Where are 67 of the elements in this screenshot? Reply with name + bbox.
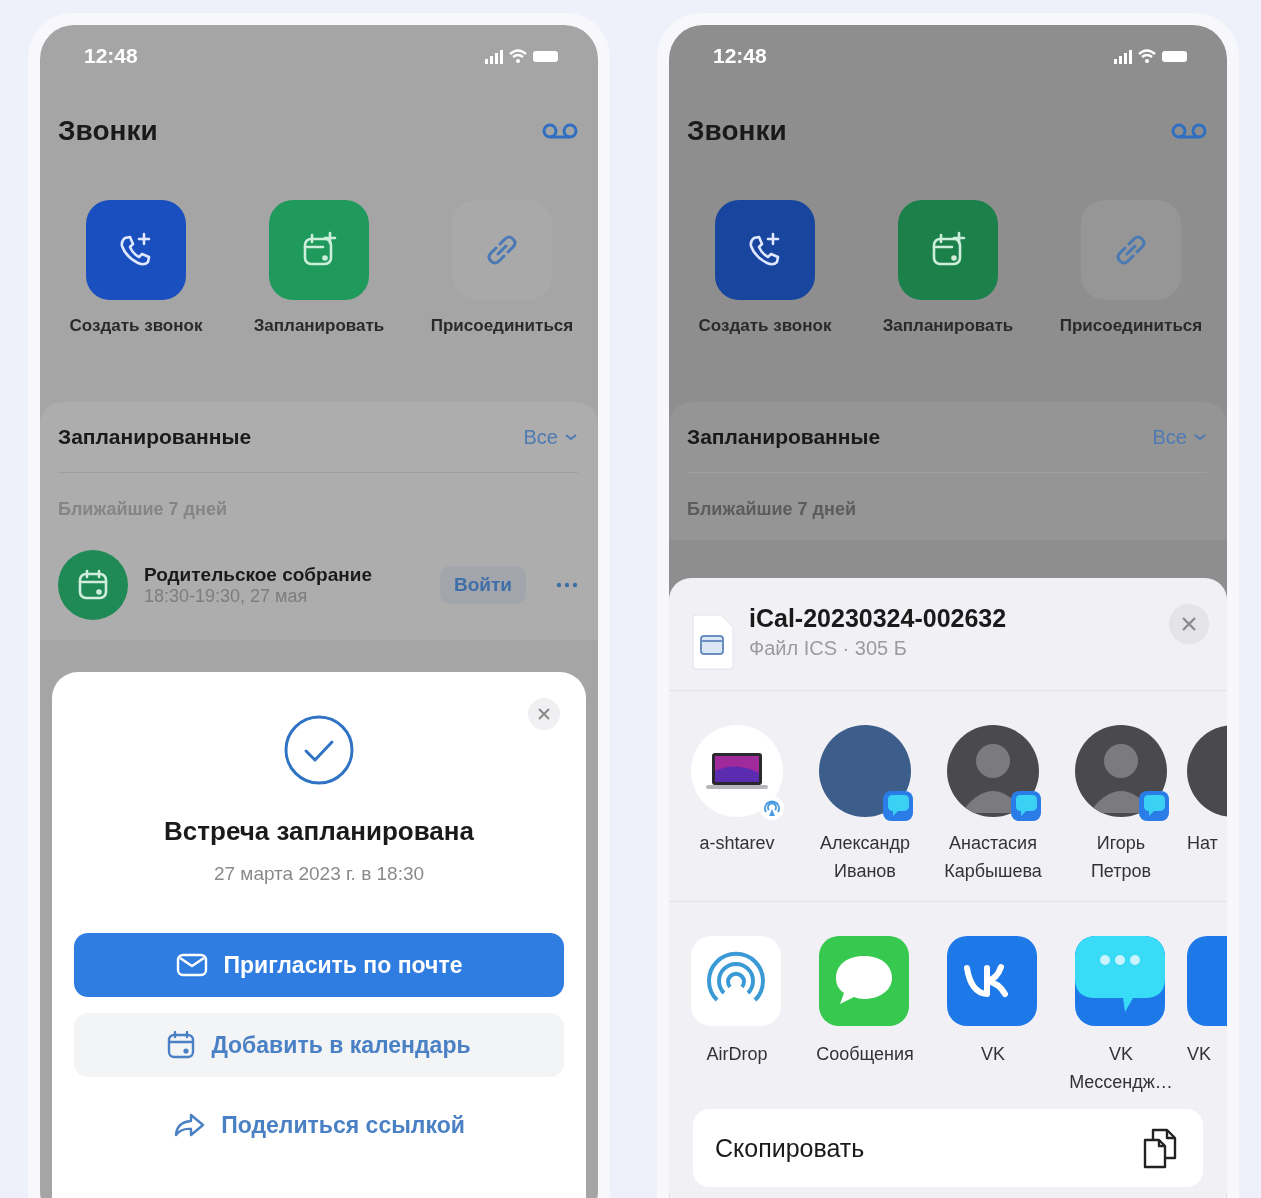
file-icon <box>691 614 735 670</box>
contact-name: Анастасия Карбышева <box>943 832 1043 883</box>
vk-logo-icon[interactable] <box>947 936 1037 1026</box>
copy-button[interactable]: Скопировать <box>693 1109 1203 1187</box>
app-name: VK <box>1187 1043 1211 1066</box>
contact-name: Игорь Петров <box>1089 832 1153 883</box>
chevron-down-icon <box>1193 432 1207 442</box>
action-tile[interactable] <box>715 200 815 300</box>
more-icon[interactable] <box>556 582 578 588</box>
close-button[interactable] <box>1169 604 1209 644</box>
app-name: VK Мессендж… <box>1068 1043 1174 1094</box>
action-label: Присоединиться <box>1059 316 1203 336</box>
action-label: Создать звонок <box>698 316 832 336</box>
airdrop-badge-icon <box>759 795 785 821</box>
dialog-button[interactable]: Добавить в календарь <box>74 1013 564 1077</box>
calendar-icon <box>167 1031 196 1059</box>
close-icon <box>1181 616 1197 632</box>
share-icon <box>173 1112 206 1138</box>
wifi-icon <box>1138 48 1156 64</box>
section-title: Запланированные <box>58 425 252 449</box>
file-meta: Файл ICS · 305 Б <box>749 637 908 660</box>
section-title: Запланированные <box>687 425 881 449</box>
app-name: Сообщения <box>816 1043 914 1066</box>
meeting-title: Родительское собрание <box>144 563 373 586</box>
status-time: 12:48 <box>713 44 767 68</box>
action-label: Запланировать <box>253 316 385 336</box>
close-icon <box>537 707 551 721</box>
screen-title: Звонки <box>58 115 158 147</box>
messenger-badge-icon <box>883 791 913 821</box>
dialog-date: 27 марта 2023 г. в 18:30 <box>213 863 425 885</box>
messenger-badge-icon <box>1139 791 1169 821</box>
action-label: Запланировать <box>882 316 1014 336</box>
close-button[interactable] <box>528 698 560 730</box>
filter-dropdown[interactable]: Все <box>523 425 578 449</box>
action-label: Присоединиться <box>430 316 574 336</box>
chevron-down-icon <box>564 432 578 442</box>
check-circle-icon <box>283 714 355 786</box>
file-name: iCal-20230324-002632 <box>749 604 1008 633</box>
dialog-button[interactable]: Пригласить по почте <box>74 933 564 997</box>
battery-icon <box>533 50 558 62</box>
share-link[interactable]: Поделиться ссылкой <box>167 1093 471 1157</box>
status-time: 12:48 <box>84 44 138 68</box>
app-name: AirDrop <box>706 1043 768 1066</box>
airdrop-icon[interactable] <box>691 936 781 1026</box>
contact-name: Александр Иванов <box>818 832 912 883</box>
chat-bubble-icon[interactable] <box>1075 936 1165 1026</box>
messenger-badge-icon <box>1011 791 1041 821</box>
signal-icon <box>485 48 503 64</box>
contact-name: a-shtarev <box>699 832 775 855</box>
battery-icon <box>1162 50 1187 62</box>
voicemail-icon[interactable] <box>542 123 578 139</box>
signal-icon <box>1114 48 1132 64</box>
contact-name: Нат <box>1187 832 1218 855</box>
dialog-title: Встреча запланирована <box>164 816 474 847</box>
action-tile[interactable] <box>86 200 186 300</box>
mail-icon <box>175 953 208 977</box>
join-button[interactable]: Войти <box>440 566 526 604</box>
action-tile[interactable] <box>898 200 998 300</box>
action-tile[interactable] <box>452 200 552 300</box>
wifi-icon <box>509 48 527 64</box>
action-label: Создать звонок <box>69 316 203 336</box>
action-tile[interactable] <box>1081 200 1181 300</box>
screen-title: Звонки <box>687 115 787 147</box>
speech-bubble-icon[interactable] <box>819 936 909 1026</box>
group-label: Ближайшие 7 дней <box>687 499 857 520</box>
action-tile[interactable] <box>269 200 369 300</box>
app-name: VK <box>981 1043 1005 1066</box>
